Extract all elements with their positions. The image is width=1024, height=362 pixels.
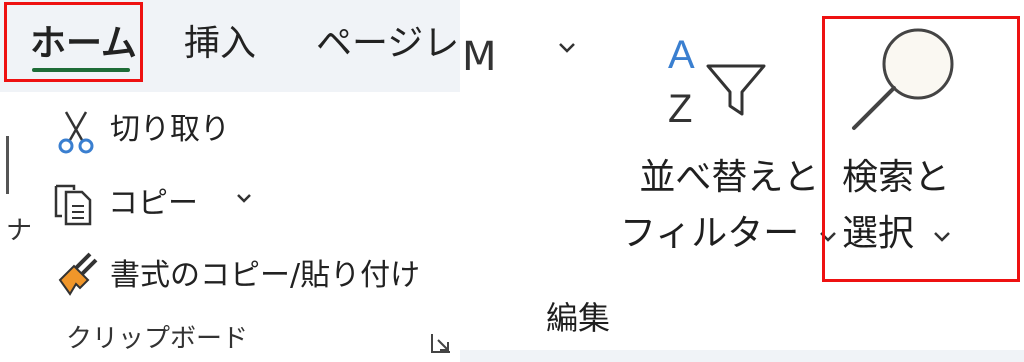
format-painter-label[interactable]: 書式のコピー/貼り付け [110,256,420,296]
svg-text:Z: Z [668,87,692,128]
chevron-down-icon [237,194,251,203]
paintbrush-icon [58,252,98,296]
sort-filter-label[interactable]: 並べ替えと フィルター [620,150,839,262]
sort-filter-label-line1: 並べ替えと [639,157,820,198]
tab-page-layout[interactable]: ページレ [316,22,459,66]
partial-button-glyph: M [462,34,497,80]
editing-group-label: 編集 [546,299,611,337]
copy-dropdown[interactable] [234,190,254,210]
sort-filter-button[interactable]: A Z [660,28,780,131]
sort-filter-label-text: フィルター [620,213,800,254]
clipboard-group-label: クリップボード [66,324,249,354]
highlight-box-find-select [822,16,1020,282]
scissors-icon [58,111,94,154]
sort-az-filter-icon: A Z [668,33,766,131]
dialog-launcher-icon [431,334,450,353]
tab-insert[interactable]: 挿入 [184,22,256,66]
copy-label[interactable]: コピー [108,184,198,224]
sort-filter-label-line2: フィルター [620,206,839,262]
format-painter-button[interactable] [52,250,104,300]
copy-icon [54,184,92,226]
cut-button[interactable] [52,108,102,156]
svg-text:A: A [668,33,695,77]
paste-button-edge[interactable] [6,136,9,194]
clipboard-dialog-launcher[interactable] [430,332,452,354]
chevron-down-icon [559,43,575,53]
cut-label[interactable]: 切り取り [110,110,230,150]
paste-label-fragment: ナ [6,216,33,246]
highlight-box-home-tab [4,2,143,82]
gallery-dropdown[interactable] [556,40,578,60]
ribbon-bottom-edge [460,350,1024,362]
copy-button[interactable] [50,180,102,228]
